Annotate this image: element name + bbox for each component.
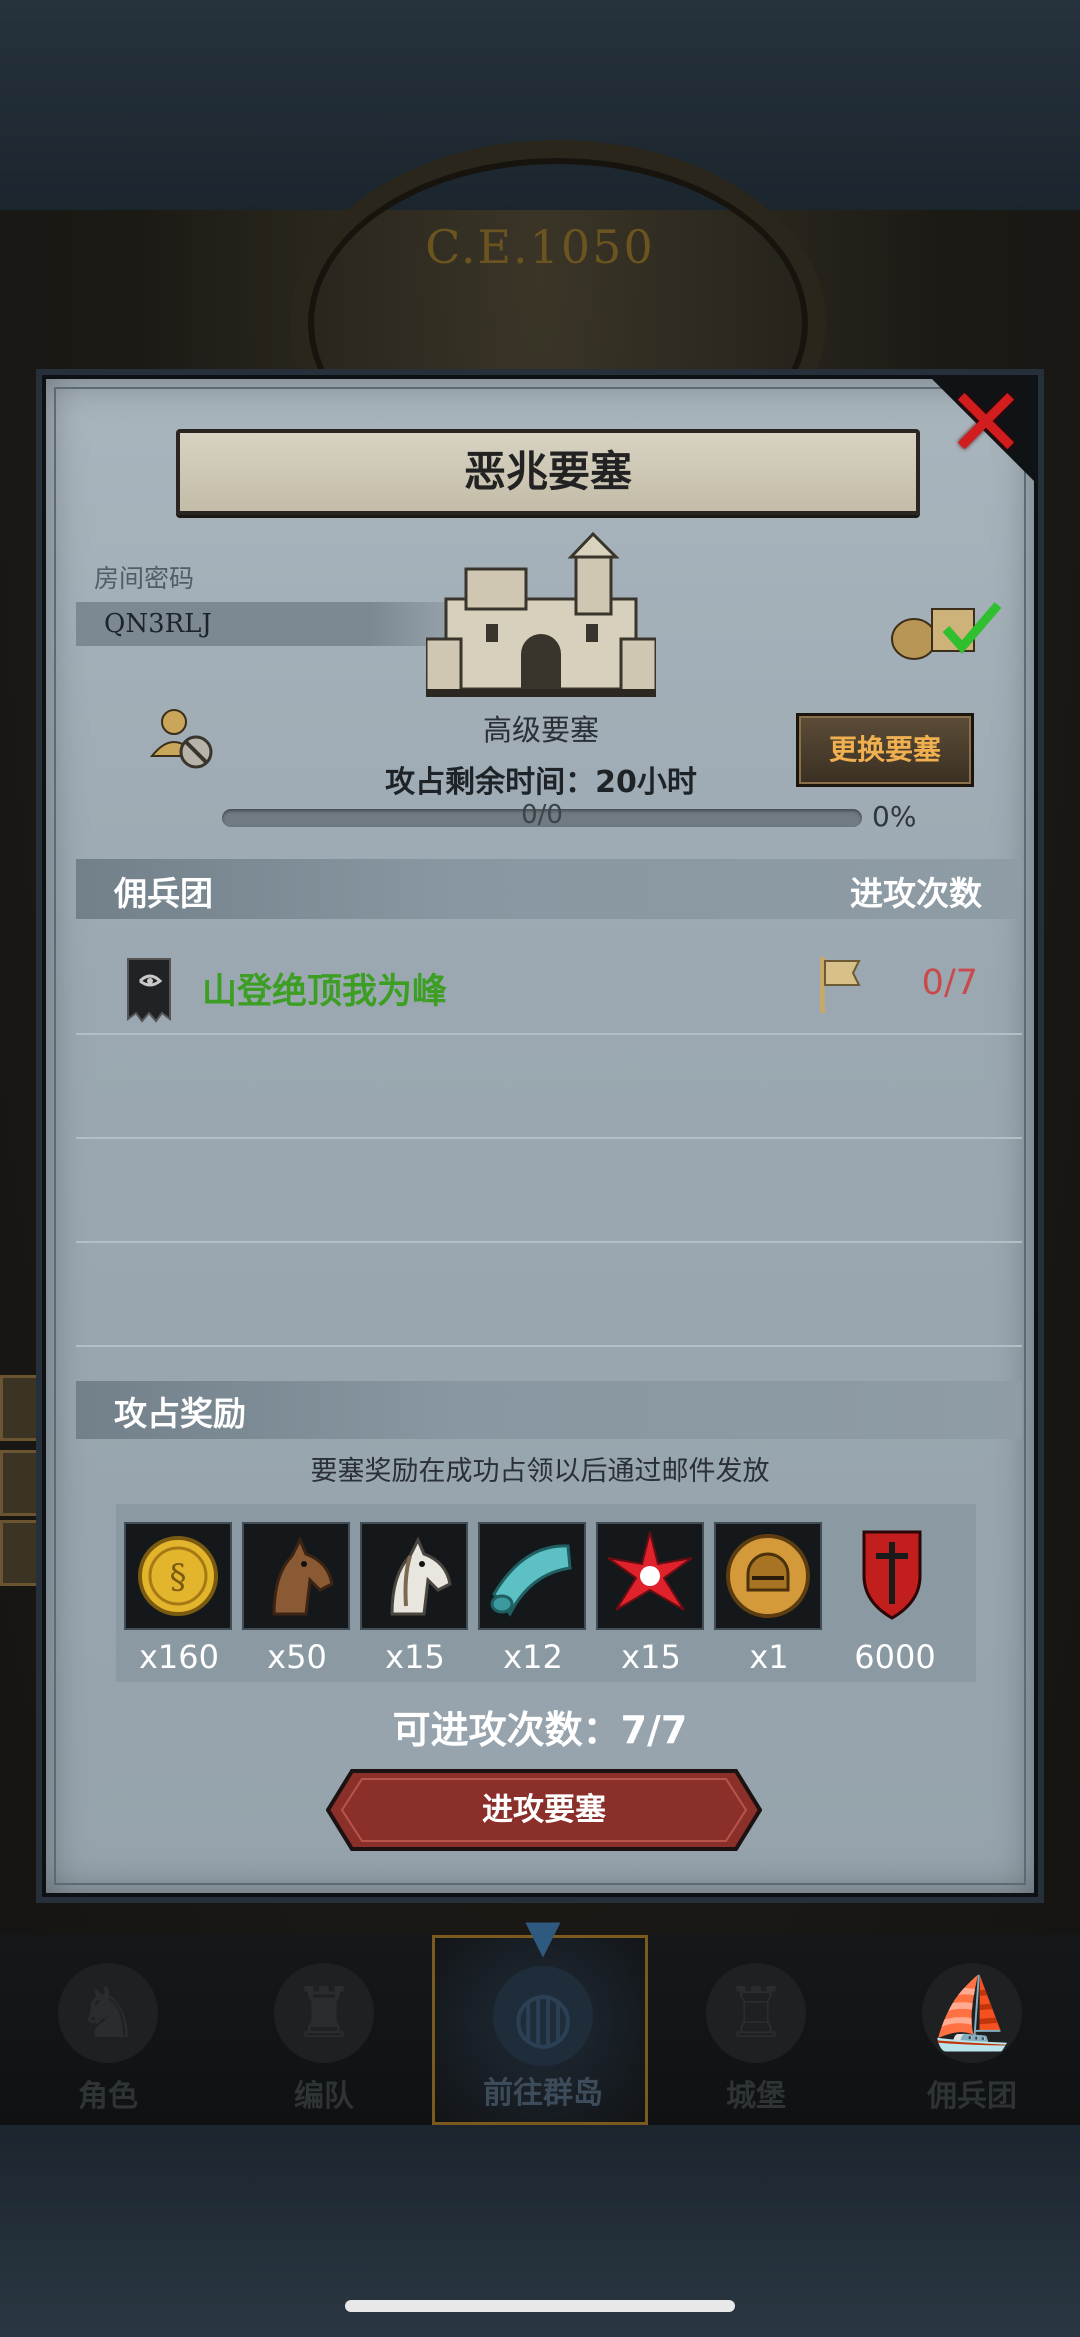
home-indicator[interactable] [345, 2300, 735, 2312]
cloth-roll-icon [490, 1544, 572, 1617]
team-icon: ♜ [274, 1963, 374, 2063]
attack-count: 0/7 [921, 963, 978, 1003]
knight-icon: ♞ [58, 1963, 158, 2063]
loot-icon[interactable] [886, 591, 1006, 661]
mercenary-row[interactable]: 山登绝顶我为峰 0/7 [76, 929, 1022, 1035]
reward-qty: x1 [749, 1638, 789, 1676]
change-fortress-button[interactable]: 更换要塞 [796, 713, 974, 787]
white-horse-icon [390, 1536, 452, 1616]
nav-label: 前往群岛 [483, 2076, 603, 2111]
nav-item-mercenaries[interactable]: ⛵ 佣兵团 [864, 1935, 1080, 2125]
reward-qty: x15 [621, 1638, 681, 1676]
nav-item-islands[interactable]: ▼ ◍ 前往群岛 [432, 1913, 648, 2125]
room-code-label: 房间密码 [94, 564, 195, 593]
nav-item-castle[interactable]: ♖ 城堡 [648, 1935, 864, 2125]
reward-qty: 6000 [854, 1638, 936, 1676]
no-user-icon [149, 709, 213, 769]
reward-item[interactable]: x1 [714, 1522, 824, 1676]
reward-item[interactable]: x15 [596, 1522, 706, 1676]
ship-icon: ⛵ [922, 1963, 1022, 2063]
attacks-available: 可进攻次数：7/7 [392, 1708, 688, 1752]
castle-icon [426, 531, 656, 697]
reward-item[interactable]: § x160 [124, 1522, 234, 1676]
gold-coin-icon: § [138, 1536, 218, 1616]
brown-horse-icon [272, 1536, 334, 1616]
nav-label: 角色 [78, 2079, 138, 2114]
era-label: C.E.1050 [425, 220, 655, 274]
fortress-level: 高级要塞 [482, 713, 599, 747]
fortress-dialog: ✕ 恶兆要塞 房间密码 QN3RLJ 高级要塞 攻占剩余时间：20小时 更换要塞… [42, 375, 1038, 1897]
reward-item[interactable]: x50 [242, 1522, 352, 1676]
list-item-empty [76, 1033, 1022, 1139]
nav-label: 城堡 [726, 2079, 786, 2114]
chevron-down-icon: ▼ [525, 1909, 561, 1963]
banner-icon [127, 958, 171, 1023]
progress-text: 0/0 [521, 800, 563, 830]
nav-item-character[interactable]: ♞ 角色 [0, 1935, 216, 2125]
dialog-title: 恶兆要塞 [463, 447, 632, 496]
helmet-medal-icon [726, 1534, 810, 1618]
mercenary-header: 佣兵团 [114, 874, 213, 913]
reward-qty: x12 [503, 1638, 563, 1676]
attack-fortress-button[interactable]: 进攻要塞 [325, 1769, 763, 1851]
reward-item[interactable]: x15 [360, 1522, 470, 1676]
reward-item[interactable]: 6000 [840, 1522, 950, 1676]
svg-text:§: § [170, 1557, 187, 1597]
red-star-icon [607, 1531, 693, 1611]
attack-button-label: 进攻要塞 [482, 1792, 606, 1828]
reward-note: 要塞奖励在成功占领以后通过邮件发放 [310, 1456, 770, 1487]
list-item-empty [76, 1137, 1022, 1243]
reward-qty: x15 [385, 1638, 445, 1676]
sword-shield-icon [862, 1530, 922, 1620]
mercenary-name: 山登绝顶我为峰 [202, 972, 448, 1012]
close-icon[interactable]: ✕ [940, 375, 1032, 471]
reward-item[interactable]: x12 [478, 1522, 588, 1676]
reward-header: 攻占奖励 [114, 1394, 246, 1433]
nav-item-formation[interactable]: ♜ 编队 [216, 1935, 432, 2125]
bottom-nav: ♞ 角色 ♜ 编队 ▼ ◍ 前往群岛 ♖ 城堡 ⛵ 佣兵团 [0, 1913, 1080, 2125]
reward-qty: x160 [138, 1638, 219, 1676]
attack-count-header: 进攻次数 [850, 874, 982, 913]
globe-icon: ◍ [493, 1966, 593, 2066]
reward-qty: x50 [267, 1638, 327, 1676]
flag-icon [820, 957, 861, 1013]
nav-label: 佣兵团 [927, 2079, 1017, 2114]
list-item-empty [76, 1241, 1022, 1347]
castle-icon: ♖ [706, 1963, 806, 2063]
time-remaining: 攻占剩余时间：20小时 [385, 765, 697, 800]
progress-percent: 0% [872, 800, 917, 833]
nav-label: 编队 [294, 2079, 354, 2114]
title-plate: 恶兆要塞 [176, 429, 920, 515]
room-code-value: QN3RLJ [104, 609, 212, 639]
